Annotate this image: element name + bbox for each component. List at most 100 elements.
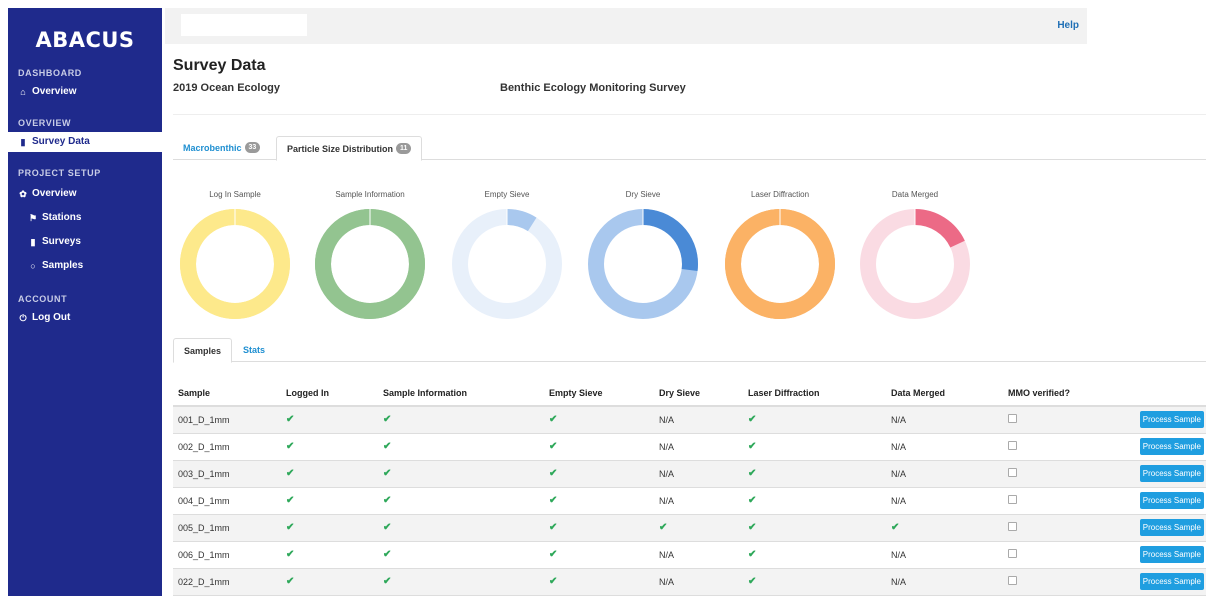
status-text: N/A [654,487,743,515]
donut-progress [315,209,425,319]
mmo-verified-checkbox[interactable] [1008,414,1017,424]
sample-id: 001_D_1mm [173,406,281,434]
sidebar-item-samples[interactable]: ○ Samples [8,254,162,278]
donut-label: Log In Sample [209,190,261,199]
check-icon: ✔ [549,522,558,533]
sidebar-item-overview[interactable]: ✿ Overview [8,182,162,206]
sidebar-item-overview[interactable]: ⌂ Overview [8,82,162,102]
check-icon: ✔ [286,549,295,560]
column-header: Laser Diffraction [743,380,886,407]
divider [173,114,1206,115]
donut-svg [860,209,970,319]
column-header: Logged In [281,380,378,407]
table-row: 003_D_1mm ✔ ✔ ✔ N/A ✔ N/A Process Sample [173,460,1206,488]
clipboard-icon: ▮ [30,237,36,247]
mmo-verified-checkbox[interactable] [1008,549,1017,558]
status-text: N/A [886,460,1003,488]
sidebar-item-survey-data[interactable]: ▮ Survey Data [8,132,162,152]
sidebar-item-label: Overview [32,188,77,199]
check-icon: ✔ [549,549,558,560]
sample-id: 002_D_1mm [173,433,281,461]
help-link[interactable]: Help [1057,20,1079,31]
process-sample-button[interactable]: Process Sample [1139,492,1204,509]
tab-stats[interactable]: Stats [233,338,275,362]
column-header: Data Merged [886,380,1003,407]
status-text: N/A [886,433,1003,461]
table-row: 001_D_1mm ✔ ✔ ✔ N/A ✔ N/A Process Sample [173,406,1206,434]
process-sample-button[interactable]: Process Sample [1139,519,1204,536]
mmo-verified-checkbox[interactable] [1008,441,1017,450]
search-input[interactable] [181,14,307,36]
tab-label: Stats [243,345,266,355]
check-icon: ✔ [891,522,900,533]
tab-samples[interactable]: Samples [173,338,233,363]
check-icon: ✔ [748,414,757,426]
process-sample-button[interactable]: Process Sample [1139,411,1204,429]
power-icon: ⏻ [19,313,27,323]
check-icon: ✔ [286,441,295,452]
check-icon: ✔ [286,522,295,533]
column-header: MMO verified? [1003,380,1123,407]
samples-tabs: Samples Stats [173,338,1206,363]
sidebar-item-label: Surveys [42,236,81,247]
check-icon: ✔ [383,522,392,533]
donut-chart: Dry Sieve [578,190,708,322]
circle-icon: ○ [30,261,36,271]
sidebar-item-stations[interactable]: ⚑ Stations [8,206,162,230]
sidebar-item-surveys[interactable]: ▮ Surveys [8,230,162,254]
donut-chart: Log In Sample [170,190,300,322]
check-icon: ✔ [748,576,757,587]
status-text: N/A [886,568,1003,596]
sample-id: 003_D_1mm [173,460,281,488]
tab-label: Samples [184,346,222,356]
check-icon: ✔ [383,495,392,506]
process-sample-button[interactable]: Process Sample [1139,546,1204,563]
sidebar-item-label: Log Out [32,312,71,323]
check-icon: ✔ [549,414,558,426]
column-header [1123,380,1206,407]
sample-id: 006_D_1mm [173,541,281,569]
check-icon: ✔ [549,576,558,587]
check-icon: ✔ [748,441,757,452]
mmo-verified-checkbox[interactable] [1008,468,1017,477]
tab-macrobenthic[interactable]: Macrobenthic 33 [173,136,270,160]
sidebar-item-label: Samples [42,260,84,271]
check-icon: ✔ [286,576,295,587]
survey-tabs: Macrobenthic 33 Particle Size Distributi… [173,136,1206,161]
check-icon: ✔ [748,468,757,479]
table-header-row: Sample Logged In Sample Information Empt… [173,380,1206,407]
tab-label: Macrobenthic [183,143,242,153]
donut-svg [588,209,698,319]
mmo-verified-checkbox[interactable] [1008,495,1017,504]
sample-id: 004_D_1mm [173,487,281,515]
table-row: 004_D_1mm ✔ ✔ ✔ N/A ✔ N/A Process Sample [173,487,1206,515]
process-sample-button[interactable]: Process Sample [1139,465,1204,482]
status-text: N/A [654,460,743,488]
donut-label: Empty Sieve [484,190,530,199]
mmo-verified-checkbox[interactable] [1008,522,1017,531]
flag-icon: ⚑ [28,213,38,223]
project-name: 2019 Ocean Ecology [173,82,280,94]
donut-label: Laser Diffraction [750,190,810,199]
donut-chart: Sample Information [305,190,435,322]
sidebar-item-log-out[interactable]: ⏻ Log Out [8,308,162,328]
count-badge: 11 [396,143,412,154]
donut-chart: Data Merged [850,190,980,322]
check-icon: ✔ [549,495,558,506]
tab-label: Particle Size Distribution [287,144,394,154]
nav-section-label: DASHBOARD [18,68,82,78]
check-icon: ✔ [383,441,392,452]
sidebar-nav: DASHBOARD ⌂ Overview OVERVIEW ▮ Survey D… [8,64,162,328]
nav-section-label: ACCOUNT [18,294,68,304]
tab-particle-size-distribution[interactable]: Particle Size Distribution 11 [276,136,423,161]
donut-svg [315,209,425,319]
table-row: 005_D_1mm ✔ ✔ ✔ ✔ ✔ ✔ Process Sample [173,514,1206,542]
donut-svg [180,209,290,319]
process-sample-button[interactable]: Process Sample [1139,438,1204,455]
check-icon: ✔ [549,441,558,452]
donut-chart: Empty Sieve [442,190,572,322]
status-text: N/A [654,433,743,461]
nav-section-label: PROJECT SETUP [18,168,101,178]
mmo-verified-checkbox[interactable] [1008,576,1017,585]
process-sample-button[interactable]: Process Sample [1139,573,1204,590]
